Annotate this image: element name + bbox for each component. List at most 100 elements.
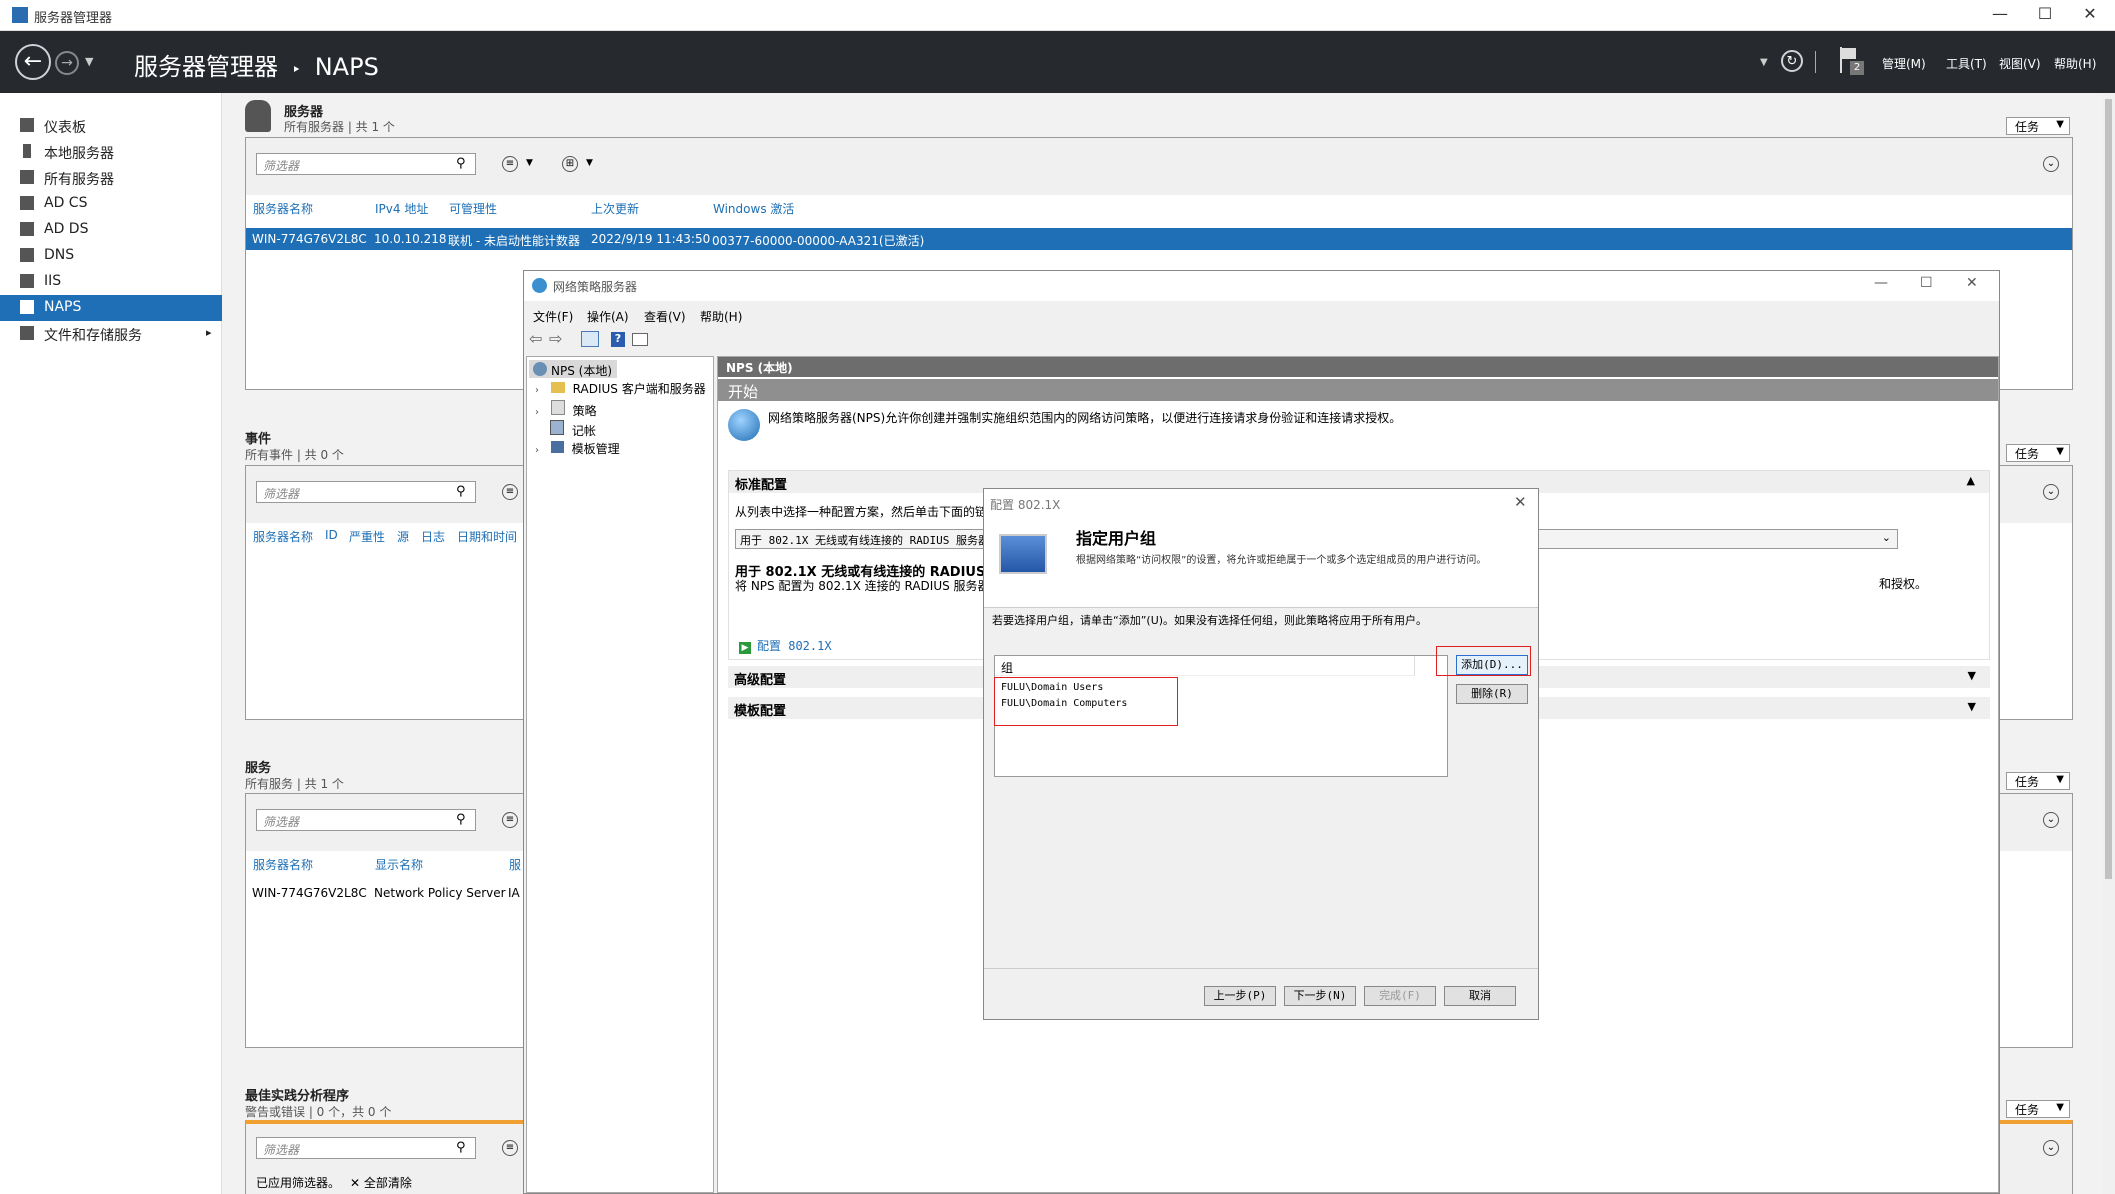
dropdown-arrow-icon[interactable]: ▼	[1760, 57, 1768, 68]
nps-close-button[interactable]: ✕	[1966, 275, 1978, 291]
show-hide-tree-icon[interactable]	[581, 331, 599, 347]
sidebar-item-iis[interactable]: IIS	[0, 269, 222, 295]
save-query-icon[interactable]: ⊞	[562, 156, 578, 172]
collapse-up-icon[interactable]: ▲	[1967, 474, 1975, 487]
collapse-icon[interactable]: ⌄	[2043, 1140, 2059, 1156]
nps-maximize-button[interactable]: ☐	[1920, 275, 1933, 291]
expand-arrow-icon[interactable]: ▸	[206, 326, 212, 339]
tree-item-templates[interactable]: › 模板管理	[535, 440, 620, 457]
prev-button[interactable]: 上一步(P)	[1204, 986, 1276, 1006]
list-options-icon[interactable]: ≡	[502, 156, 518, 172]
column-header-id[interactable]: ID	[325, 528, 338, 542]
expand-down-icon[interactable]: ▼	[1968, 700, 1976, 713]
dialog-close-button[interactable]: ✕	[1514, 493, 1527, 511]
menu-view[interactable]: 视图(V)	[1999, 55, 2041, 72]
column-header-manageability[interactable]: 可管理性	[449, 200, 497, 217]
nps-minimize-button[interactable]: —	[1874, 275, 1888, 291]
column-header-datetime[interactable]: 日期和时间	[457, 528, 517, 545]
sidebar-item-dns[interactable]: DNS	[0, 243, 222, 269]
servers-filter-input[interactable]: 筛选器	[256, 153, 476, 175]
expand-arrow-icon[interactable]: ›	[535, 407, 539, 418]
next-button[interactable]: 下一步(N)	[1284, 986, 1356, 1006]
tree-item-radius[interactable]: › RADIUS 客户端和服务器	[535, 380, 706, 397]
tree-item-accounting[interactable]: 记帐	[535, 420, 596, 439]
nps-menu-view[interactable]: 查看(V)	[644, 308, 686, 325]
menu-manage[interactable]: 管理(M)	[1882, 55, 1926, 72]
configure-8021x-link[interactable]: ▶ 配置 802.1X	[739, 637, 832, 654]
refresh-icon[interactable]: ↻	[1781, 50, 1803, 72]
search-icon[interactable]: ⚲	[456, 812, 466, 827]
sidebar-item-naps[interactable]: NAPS	[0, 295, 222, 321]
column-header-ipv4[interactable]: IPv4 地址	[375, 200, 428, 217]
expand-down-icon[interactable]: ▼	[1968, 669, 1976, 682]
maximize-button[interactable]: ☐	[2025, 4, 2065, 26]
bpa-tasks-button[interactable]: 任务 ▼	[2006, 1100, 2070, 1118]
tree-item-policies[interactable]: › 策略	[535, 400, 597, 419]
search-icon[interactable]: ⚲	[456, 1140, 466, 1155]
nps-menu-help[interactable]: 帮助(H)	[700, 308, 742, 325]
column-header-last-update[interactable]: 上次更新	[591, 200, 639, 217]
scrollbar-thumb[interactable]	[2105, 99, 2112, 879]
menu-help[interactable]: 帮助(H)	[2054, 55, 2096, 72]
column-header-windows-activation[interactable]: Windows 激活	[713, 200, 794, 217]
add-group-button[interactable]: 添加(D)...	[1456, 655, 1528, 675]
nps-menu-file[interactable]: 文件(F)	[533, 308, 573, 325]
list-options-icon[interactable]: ≡	[502, 812, 518, 828]
cancel-button[interactable]: 取消	[1444, 986, 1516, 1006]
dialog-footer-separator	[984, 968, 1538, 969]
expand-arrow-icon[interactable]: ›	[535, 445, 539, 456]
expand-arrow-icon[interactable]: ›	[535, 385, 539, 396]
events-filter-input[interactable]: 筛选器	[256, 481, 476, 503]
forward-button[interactable]: →	[55, 51, 79, 75]
sidebar-item-label: 本地服务器	[44, 146, 114, 162]
back-button[interactable]: ←	[15, 44, 51, 80]
sidebar-item-local-server[interactable]: 本地服务器	[0, 139, 222, 165]
menu-tools[interactable]: 工具(T)	[1946, 55, 1987, 72]
sidebar-item-adds[interactable]: AD DS	[0, 217, 222, 243]
sidebar-item-label: AD DS	[44, 221, 89, 237]
back-arrow-icon[interactable]: ⇦	[529, 329, 542, 348]
finish-button[interactable]: 完成(F)	[1364, 986, 1436, 1006]
column-header-server-name[interactable]: 服务器名称	[253, 200, 313, 217]
column-header-display-name[interactable]: 显示名称	[375, 856, 423, 873]
search-icon[interactable]: ⚲	[456, 156, 466, 171]
help-icon[interactable]: ?	[611, 332, 625, 347]
services-filter-input[interactable]: 筛选器	[256, 809, 476, 831]
list-options-icon[interactable]: ≡	[502, 484, 518, 500]
column-header-service[interactable]: 服	[509, 856, 521, 873]
console-icon[interactable]	[632, 333, 648, 346]
minimize-button[interactable]: —	[1980, 4, 2020, 26]
close-button[interactable]: ✕	[2070, 4, 2110, 26]
column-header-severity[interactable]: 严重性	[349, 528, 385, 545]
table-row[interactable]: WIN-774G76V2L8C 10.0.10.218 联机 - 未启动性能计数…	[246, 228, 2072, 250]
clear-all-link[interactable]: ✕ 全部清除	[350, 1174, 412, 1191]
remove-group-button[interactable]: 删除(R)	[1456, 684, 1528, 704]
dropdown-arrow-icon[interactable]: ▼	[586, 158, 593, 168]
events-tasks-button[interactable]: 任务 ▼	[2006, 444, 2070, 462]
vertical-scrollbar[interactable]	[2102, 93, 2115, 1194]
sidebar-item-file-storage[interactable]: 文件和存储服务 ▸	[0, 321, 222, 347]
bpa-filter-input[interactable]: 筛选器	[256, 1137, 476, 1159]
column-header-server-name[interactable]: 服务器名称	[253, 856, 313, 873]
notification-flag-icon[interactable]: 2	[1840, 47, 1864, 75]
dropdown-arrow-icon[interactable]: ▼	[526, 158, 533, 168]
tree-item-nps-local[interactable]: NPS (本地)	[529, 360, 617, 378]
search-icon[interactable]: ⚲	[456, 484, 466, 499]
list-options-icon[interactable]: ≡	[502, 1140, 518, 1156]
collapse-icon[interactable]: ⌄	[2043, 812, 2059, 828]
services-tasks-button[interactable]: 任务 ▼	[2006, 772, 2070, 790]
forward-arrow-icon[interactable]: ⇨	[549, 329, 562, 348]
column-header-server-name[interactable]: 服务器名称	[253, 528, 313, 545]
nav-history-dropdown-icon[interactable]: ▼	[85, 55, 93, 68]
breadcrumb-root[interactable]: 服务器管理器	[134, 53, 278, 81]
sidebar-item-dashboard[interactable]: 仪表板	[0, 113, 222, 139]
sidebar-item-all-servers[interactable]: 所有服务器	[0, 165, 222, 191]
groups-column-header[interactable]: 组	[995, 656, 1415, 676]
collapse-icon[interactable]: ⌄	[2043, 484, 2059, 500]
collapse-icon[interactable]: ⌄	[2043, 156, 2059, 172]
column-header-source[interactable]: 源	[397, 528, 409, 545]
nps-menu-action[interactable]: 操作(A)	[587, 308, 629, 325]
sidebar-item-adcs[interactable]: AD CS	[0, 191, 222, 217]
column-header-log[interactable]: 日志	[421, 528, 445, 545]
servers-tasks-button[interactable]: 任务 ▼	[2006, 117, 2070, 135]
